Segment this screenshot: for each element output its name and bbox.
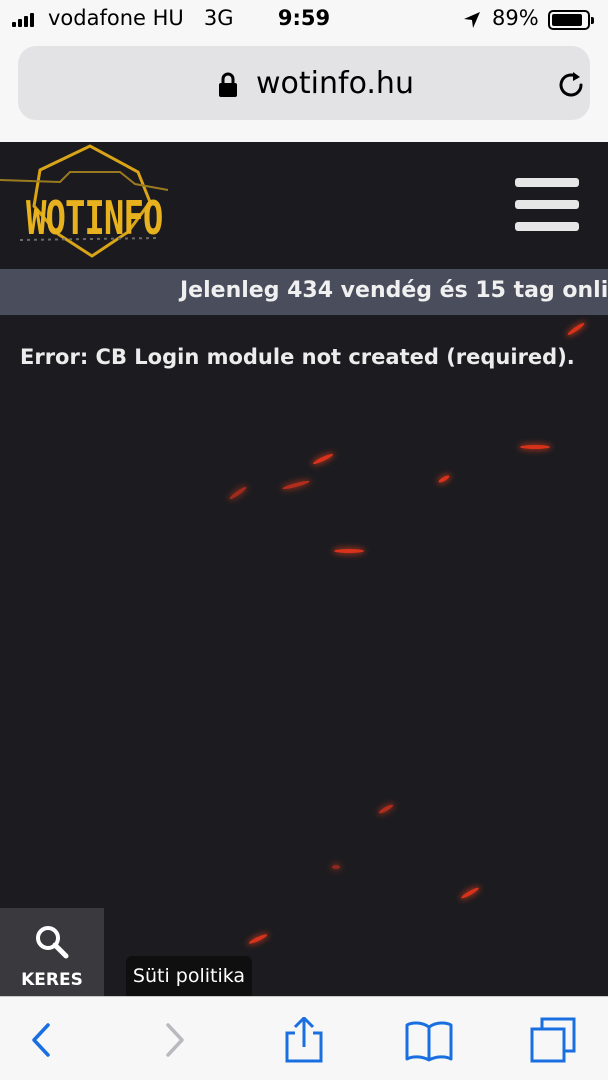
browser-toolbar: [0, 996, 608, 1080]
reload-icon[interactable]: [554, 68, 588, 102]
url-field[interactable]: wotinfo.hu: [18, 46, 590, 120]
search-label: KERES: [21, 970, 83, 990]
ember-decoration: [332, 865, 340, 869]
back-icon[interactable]: [18, 1017, 68, 1063]
search-icon: [36, 926, 69, 959]
search-button[interactable]: KERES: [0, 908, 104, 996]
error-message: Error: CB Login module not created (requ…: [20, 345, 575, 369]
url-text: wotinfo.hu: [256, 66, 414, 101]
ember-decoration: [460, 886, 480, 900]
battery-icon: [548, 10, 594, 30]
online-count-text: Jelenleg 434 vendég és 15 tag online: [180, 278, 608, 303]
browser-address-bar: wotinfo.hu: [0, 40, 608, 142]
lock-icon: [219, 72, 237, 97]
location-arrow-icon: [464, 12, 480, 28]
share-icon[interactable]: [279, 1017, 329, 1063]
hamburger-menu-icon[interactable]: [515, 178, 579, 232]
site-logo[interactable]: WOTINFO: [0, 142, 180, 260]
ember-decoration: [228, 485, 248, 501]
ember-decoration: [334, 549, 364, 553]
online-ticker: Jelenleg 434 vendég és 15 tag online: [0, 269, 608, 315]
site-header: WOTINFO: [0, 142, 608, 269]
ember-decoration: [248, 932, 268, 946]
battery-level: [552, 14, 583, 26]
tabs-icon[interactable]: [528, 1017, 578, 1063]
status-bar: vodafone HU 3G 9:59 89%: [0, 0, 608, 40]
ember-decoration: [378, 803, 394, 815]
ember-decoration: [312, 452, 334, 466]
ember-decoration: [281, 479, 311, 491]
forward-icon[interactable]: [150, 1017, 200, 1063]
battery-percent: 89%: [492, 6, 539, 30]
main-content: Error: CB Login module not created (requ…: [0, 315, 608, 996]
ember-decoration: [566, 321, 586, 337]
ember-decoration: [437, 474, 451, 484]
bookmarks-icon[interactable]: [404, 1017, 454, 1063]
logo-text: WOTINFO: [26, 192, 163, 246]
ember-decoration: [520, 445, 550, 449]
cookie-policy-button[interactable]: Süti politika: [126, 956, 252, 996]
